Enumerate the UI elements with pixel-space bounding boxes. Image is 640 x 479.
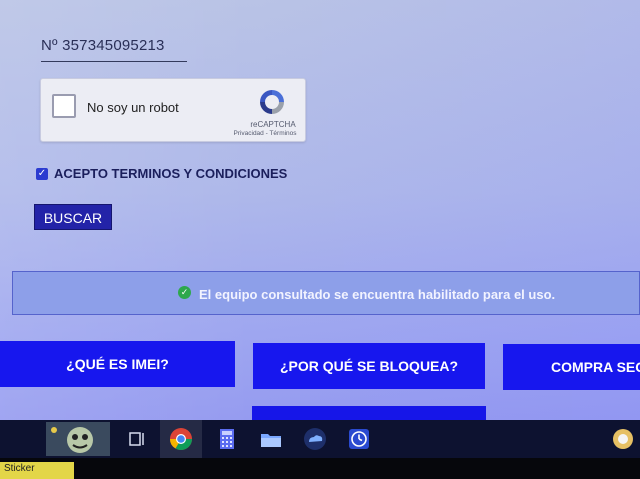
imei-number-field[interactable]: Nº 357345095213 [41, 37, 187, 62]
file-explorer-icon[interactable] [258, 426, 284, 452]
recaptcha-label: No soy un robot [87, 100, 179, 115]
recaptcha-checkbox[interactable] [52, 94, 76, 118]
recaptcha-brand: reCAPTCHA [250, 120, 296, 129]
terms-check-icon[interactable]: ✓ [36, 167, 48, 180]
recaptcha-links[interactable]: Privacidad - Términos [227, 130, 303, 137]
task-view-icon[interactable] [124, 426, 150, 452]
status-message-bar: ✓ El equipo consultado se encuentra habi… [12, 271, 640, 315]
recaptcha-logo-icon [260, 90, 284, 114]
clock-app-icon[interactable] [346, 426, 372, 452]
imei-value: Nº 357345095213 [41, 37, 165, 54]
windows-taskbar [0, 420, 640, 458]
what-is-imei-button[interactable]: ¿QUÉ ES IMEI? [0, 341, 235, 387]
cloud-app-icon[interactable] [302, 426, 328, 452]
sticker-text: Sticker [4, 463, 35, 474]
recaptcha-widget: No soy un robot reCAPTCHA Privacidad - T… [40, 78, 306, 142]
tray-app-icon[interactable] [610, 426, 636, 452]
check-circle-icon: ✓ [178, 286, 191, 299]
status-message: El equipo consultado se encuentra habili… [199, 287, 556, 302]
monitor-bezel [0, 458, 640, 479]
chrome-icon[interactable] [168, 426, 194, 452]
terms-checkbox-row[interactable]: ✓ ACEPTO TERMINOS Y CONDICIONES [36, 166, 287, 181]
mascot-icon[interactable] [46, 422, 110, 456]
search-button[interactable]: BUSCAR [34, 204, 112, 230]
calculator-icon[interactable] [214, 426, 240, 452]
terms-label: ACEPTO TERMINOS Y CONDICIONES [54, 166, 288, 181]
safe-purchase-button[interactable]: COMPRA SEG [503, 344, 640, 390]
why-blocked-button[interactable]: ¿POR QUÉ SE BLOQUEA? [253, 343, 485, 389]
